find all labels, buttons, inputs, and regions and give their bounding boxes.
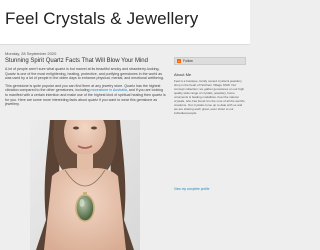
post-column: Monday, 28 September 2020 Stunning Spiri…: [0, 44, 172, 250]
blog-header: Feel Crystals & Jewellery: [0, 0, 250, 45]
post-title[interactable]: Stunning Spirit Quartz Facts That Will B…: [5, 58, 148, 64]
follow-button[interactable]: + Follow: [174, 57, 246, 65]
post-image: [30, 120, 140, 250]
post-body: A lot of people aren't sure what quartz …: [5, 67, 167, 110]
about-me-text: Feel is a boutique, family owned crystal…: [174, 79, 245, 115]
view-profile-link[interactable]: View my complete profile: [174, 187, 209, 191]
post-paragraph-2: This gemstone is quite popular and you c…: [5, 84, 167, 107]
woman-wearing-pendant-photo: [30, 120, 140, 250]
moonstone-link[interactable]: moonstone in Australia: [91, 88, 127, 92]
sidebar: + Follow About Me Feel is a boutique, fa…: [174, 44, 246, 250]
blog-title[interactable]: Feel Crystals & Jewellery: [5, 9, 198, 29]
post-date: Monday, 28 September 2020: [5, 51, 57, 56]
about-me-title: About Me: [174, 72, 192, 77]
follow-label: Follow: [183, 59, 193, 63]
post-paragraph-1: A lot of people aren't sure what quartz …: [5, 67, 164, 81]
page-content: Monday, 28 September 2020 Stunning Spiri…: [0, 44, 250, 250]
plus-icon: +: [177, 59, 181, 63]
